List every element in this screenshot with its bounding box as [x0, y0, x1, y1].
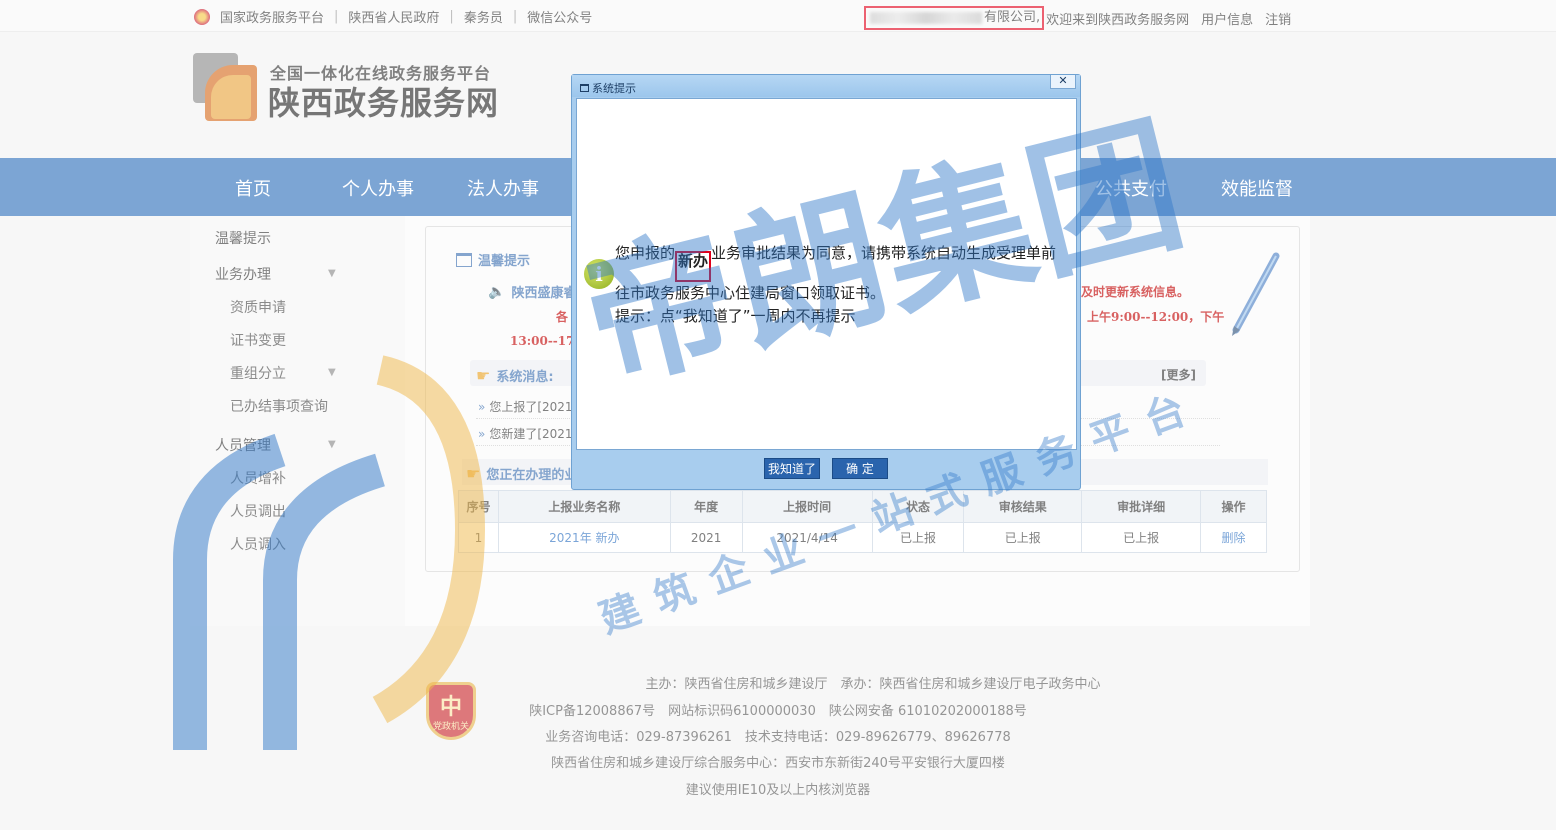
dialog-title: 系统提示 [580, 80, 636, 96]
dialog-titlebar[interactable] [572, 75, 1080, 97]
confirm-button[interactable]: 确 定 [832, 458, 888, 479]
i-know-button[interactable]: 我知道了 [764, 458, 820, 479]
dialog-title-text: 系统提示 [592, 82, 636, 95]
window-icon [580, 84, 589, 92]
watermark-logo-icon [173, 355, 486, 750]
